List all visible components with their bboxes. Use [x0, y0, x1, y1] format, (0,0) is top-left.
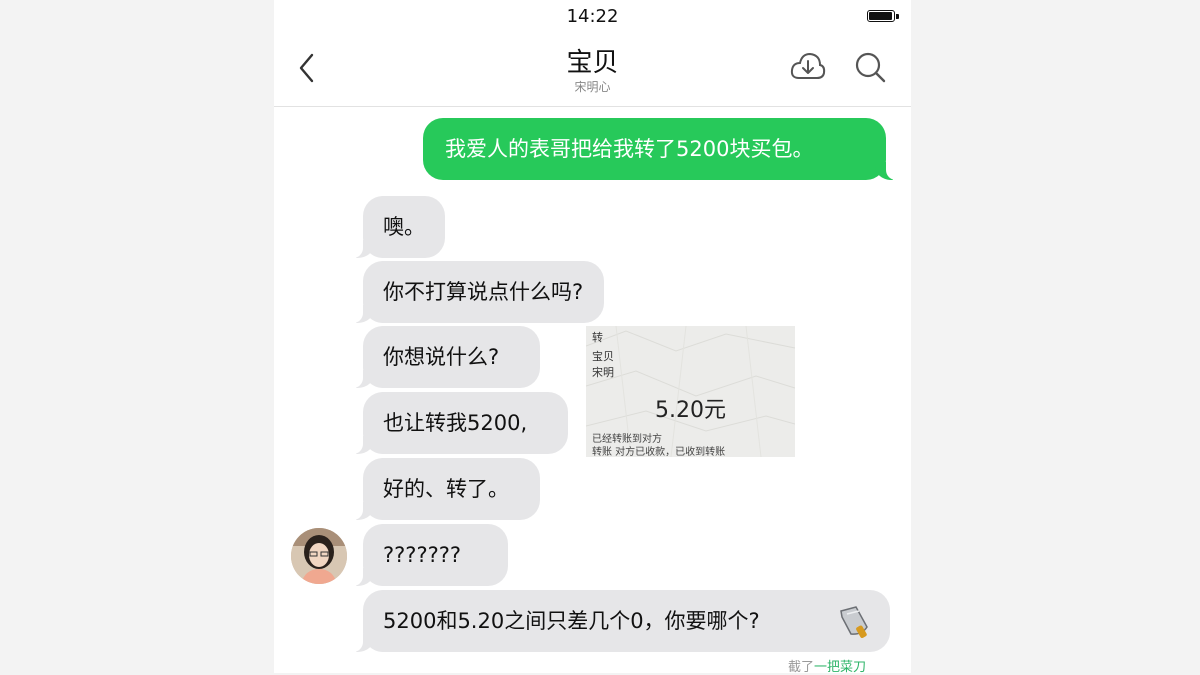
receipt-amount: 5.20元: [655, 398, 726, 423]
message-bubble-received[interactable]: 5200和5.20之间只差几个0，你要哪个?: [351, 590, 890, 652]
cleaver-icon: [840, 606, 868, 638]
status-time: 14:22: [566, 6, 619, 27]
footer-caption: 截了一把菜刀: [788, 656, 866, 675]
message-bubble-received[interactable]: 你不打算说点什么吗?: [351, 261, 604, 323]
message-bubble-received[interactable]: 也让转我5200,: [351, 392, 568, 454]
message-bubble-received[interactable]: 噢。: [351, 196, 445, 258]
message-bubble-received[interactable]: ???????: [351, 524, 508, 586]
status-bar: 14:22: [274, 0, 911, 32]
message-bubble-sent[interactable]: 我爱人的表哥把给我转了5200块买包。: [423, 118, 898, 180]
message-text: ???????: [383, 543, 462, 567]
message-bubble-received[interactable]: 好的、转了。: [351, 458, 540, 520]
receipt-line: 宝贝: [592, 350, 614, 363]
transfer-receipt-image[interactable]: 转 宝贝 宋明 5.20元 已经转账到对方 转账 对方已收款，已收到转账: [586, 326, 795, 457]
battery-icon: [867, 10, 899, 22]
message-text: 我爱人的表哥把给我转了5200块买包。: [445, 137, 814, 161]
message-text: 也让转我5200,: [383, 411, 528, 435]
nav-bar: 宝贝 宋明心: [274, 32, 911, 107]
receipt-note: 转账 对方已收款，已收到转账: [592, 447, 726, 457]
receipt-line: 转: [592, 331, 603, 344]
message-text: 噢。: [383, 215, 425, 239]
message-text: 5200和5.20之间只差几个0，你要哪个?: [383, 609, 760, 633]
avatar-photo: [291, 528, 347, 584]
chat-screen: 14:22 宝贝 宋明心 我爱人的表哥把给我转了5200块买包。 噢。 你不打算…: [274, 0, 911, 675]
message-text: 你想说什么?: [383, 345, 500, 369]
message-text: 你不打算说点什么吗?: [383, 280, 584, 304]
message-text: 好的、转了。: [383, 477, 509, 501]
avatar[interactable]: [291, 528, 347, 584]
search-icon[interactable]: [851, 48, 889, 86]
receipt-line: 宋明: [592, 366, 614, 379]
cloud-download-icon[interactable]: [789, 48, 827, 86]
message-bubble-received[interactable]: 你想说什么?: [351, 326, 540, 388]
